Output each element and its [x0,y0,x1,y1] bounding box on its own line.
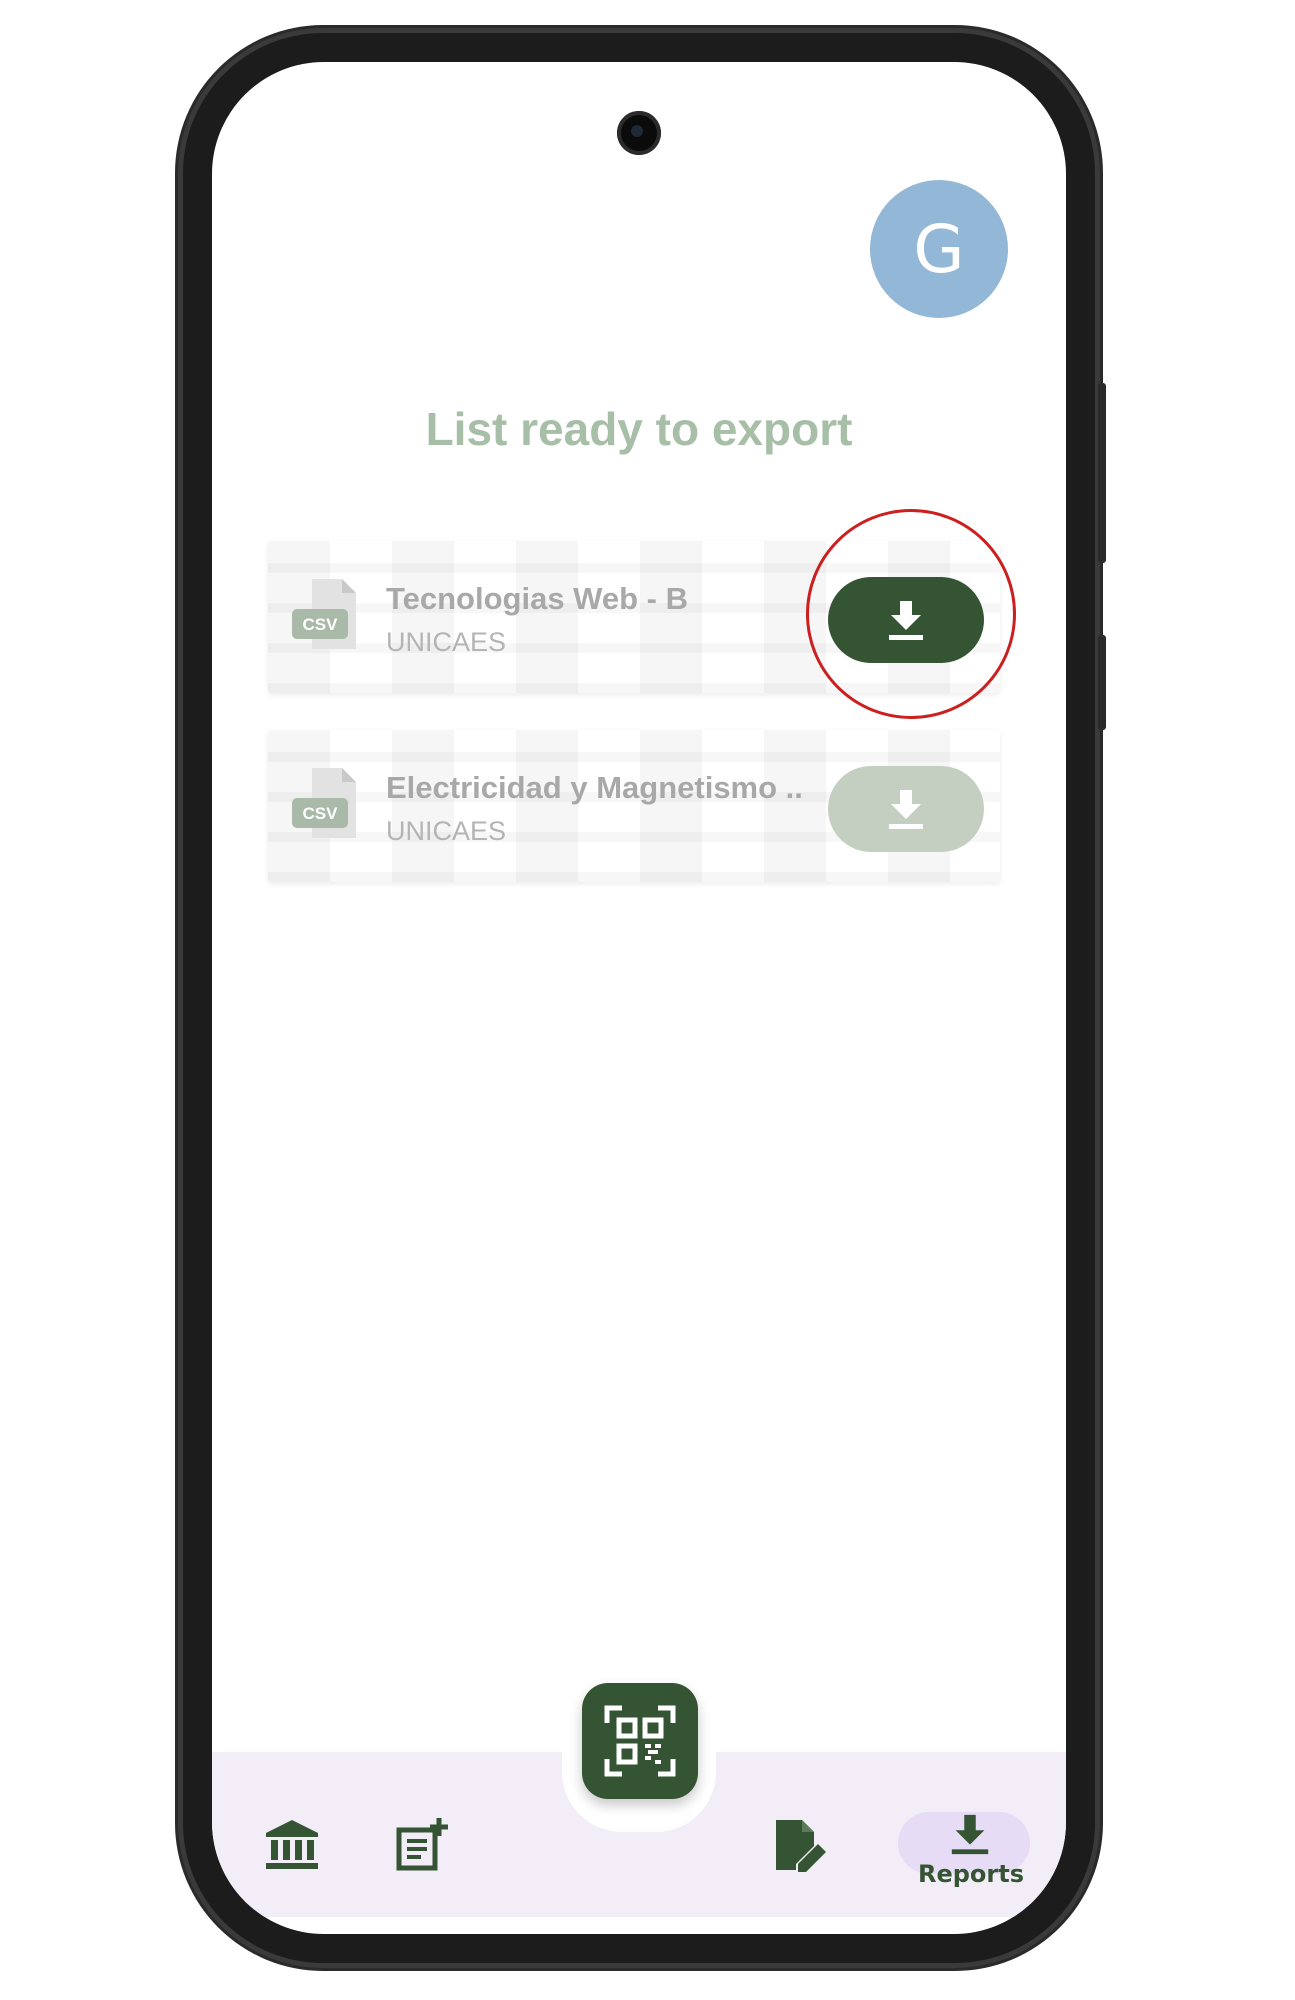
add-note-icon [396,1818,448,1871]
power-button [1098,635,1106,730]
file-name: Electricidad y Magnetismo .. [386,770,803,805]
volume-button [1098,383,1106,563]
avatar-letter: G [913,210,965,288]
nav-reports[interactable] [930,1810,1010,1860]
file-institution: UNICAES [386,816,507,846]
csv-file-icon: CSV [292,579,356,649]
page-title: List ready to export [425,403,853,455]
file-institution: UNICAES [386,627,507,657]
qr-scan-icon [604,1705,676,1777]
qr-scan-button[interactable] [582,1683,698,1799]
avatar[interactable]: G [870,180,1008,318]
nav-reports-label[interactable]: Reports [912,1860,1030,1888]
download-button[interactable] [828,766,984,852]
file-type-label: CSV [303,615,339,634]
nav-add-list[interactable] [382,1807,462,1881]
download-icon [889,601,923,640]
export-file-card: CSV Electricidad y Magnetismo .. UNICAES [268,730,1000,882]
screen: G List ready to export CSV Tecnologias W… [212,62,1066,1934]
phone-frame: G List ready to export CSV Tecnologias W… [178,28,1106,1968]
export-file-card: CSV Tecnologias Web - B UNICAES [268,541,1000,693]
download-icon [951,1814,989,1855]
file-type-label: CSV [303,804,339,823]
bank-icon [266,1820,318,1869]
csv-file-icon: CSV [292,768,356,838]
nav-edit[interactable] [760,1807,840,1883]
front-camera [617,111,661,155]
download-icon [889,790,923,829]
download-button[interactable] [828,577,984,663]
edit-document-icon [776,1820,826,1872]
file-name: Tecnologias Web - B [386,581,688,616]
nav-institutions[interactable] [252,1810,332,1880]
